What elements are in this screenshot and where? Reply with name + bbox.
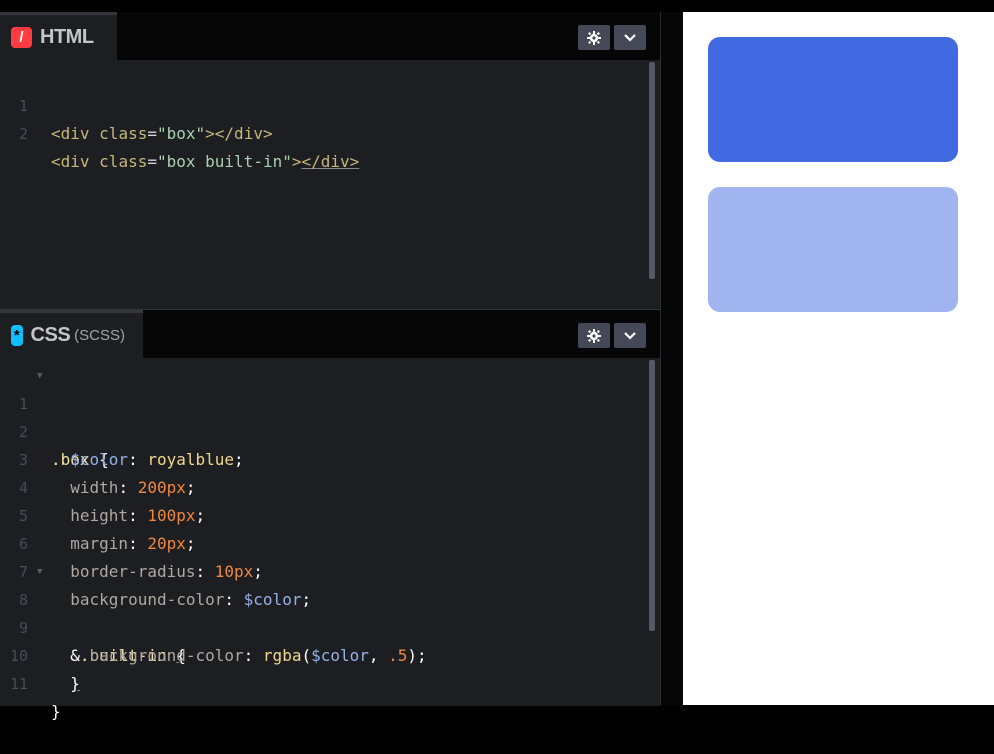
code-line: 11 } xyxy=(0,642,656,721)
code-line: 9 background-color: rgba($color, .5); xyxy=(0,586,656,665)
resize-handle[interactable] xyxy=(660,12,683,705)
code-line: 8 ▼ &.built-in { xyxy=(0,558,656,665)
css-tab[interactable]: * CSS (SCSS) xyxy=(0,310,143,358)
html-collapse-button[interactable] xyxy=(614,25,646,50)
css-editor-pane: * CSS (SCSS) 1 ▼ .box {2 $color: royalb… xyxy=(0,309,660,721)
fold-arrow-icon[interactable]: ▼ xyxy=(37,362,42,390)
html-code-area[interactable]: 1 <div class="box"></div> 2 <div class="… xyxy=(0,64,656,171)
css-scrollbar[interactable] xyxy=(649,360,655,631)
code-line: 1 <div class="box"></div> xyxy=(0,64,656,143)
code-text: } xyxy=(51,702,61,721)
code-line: 2 <div class="box built-in"></div> xyxy=(0,92,656,171)
code-line: 2 $color: royalblue; xyxy=(0,390,656,469)
code-line: 10 } xyxy=(0,614,656,693)
code-text: <div class="box built-in"></div> xyxy=(51,152,360,171)
css-collapse-button[interactable] xyxy=(614,323,646,348)
html-tab[interactable]: / HTML xyxy=(0,12,117,60)
html-logo-icon: / xyxy=(11,27,32,48)
code-line: 7 background-color: $color; xyxy=(0,530,656,609)
html-settings-button[interactable] xyxy=(578,25,610,50)
code-text: <div class="box"></div> xyxy=(51,124,273,143)
css-tab-title: CSS xyxy=(30,324,71,346)
preview-box xyxy=(708,37,958,162)
line-number: 11 xyxy=(9,675,28,693)
css-logo-icon: * xyxy=(11,325,23,346)
css-code-area[interactable]: 1 ▼ .box { 2 $color: royalblue; 3 width:… xyxy=(0,362,656,721)
html-tab-title: HTML xyxy=(40,26,94,48)
code-line: 4 height: 100px; xyxy=(0,446,656,525)
css-pane-header: * CSS (SCSS) xyxy=(0,310,660,358)
code-line: 3 width: 200px; xyxy=(0,418,656,497)
css-settings-button[interactable] xyxy=(578,323,610,348)
html-pane-header: / HTML xyxy=(0,12,660,60)
code-line: 5 margin: 20px; xyxy=(0,474,656,553)
gear-icon xyxy=(587,30,601,45)
code-line: 1 ▼ .box { xyxy=(0,362,656,469)
gear-icon xyxy=(587,328,601,343)
top-strip xyxy=(0,0,994,12)
chevron-down-icon xyxy=(624,331,636,340)
html-scrollbar[interactable] xyxy=(649,62,655,279)
css-preprocessor-label: (SCSS) xyxy=(74,327,125,344)
chevron-down-icon xyxy=(624,33,636,42)
editor-column: / HTML 1 <div class="box"></div> 2 <div … xyxy=(0,12,660,721)
preview-box-built-in xyxy=(708,187,958,312)
code-line: 6 border-radius: 10px; xyxy=(0,502,656,581)
line-number: 2 xyxy=(18,125,28,143)
html-editor-pane: / HTML 1 <div class="box"></div> 2 <div … xyxy=(0,12,660,308)
fold-arrow-icon[interactable]: ▼ xyxy=(37,558,42,586)
result-preview xyxy=(683,12,994,705)
